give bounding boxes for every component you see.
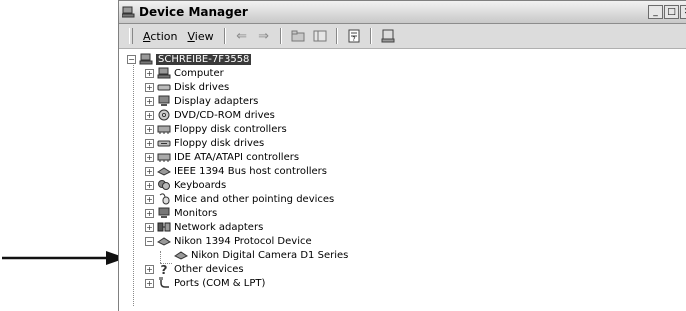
computer-icon bbox=[139, 53, 153, 65]
expand-icon[interactable]: + bbox=[145, 194, 154, 204]
tree-item-keyboards[interactable]: + Keyboards bbox=[145, 178, 226, 192]
tree-item-label: Keyboards bbox=[174, 179, 227, 191]
tree-item-label: IDE ATA/ATAPI controllers bbox=[174, 151, 300, 163]
device-manager-icon bbox=[122, 6, 135, 18]
keyboard-icon bbox=[158, 180, 170, 190]
window-title: Device Manager bbox=[139, 5, 248, 19]
tree-item-ports[interactable]: + Ports (COM & LPT) bbox=[145, 276, 265, 290]
folder-up-icon[interactable] bbox=[290, 28, 306, 44]
expand-icon[interactable]: + bbox=[145, 222, 154, 232]
question-icon: ? bbox=[161, 263, 168, 275]
toolbar-separator bbox=[223, 28, 226, 44]
tree-root[interactable]: − SCHREIBE-7F3558 bbox=[127, 52, 252, 66]
toolbar-separator bbox=[369, 28, 372, 44]
svg-text:?: ? bbox=[352, 36, 355, 43]
tree-item-label: Nikon Digital Camera D1 Series bbox=[191, 249, 349, 261]
tree-item-label: Nikon 1394 Protocol Device bbox=[174, 235, 312, 247]
tree-item-monitors[interactable]: + Monitors bbox=[145, 206, 217, 220]
tree-item-ieee1394[interactable]: + IEEE 1394 Bus host controllers bbox=[145, 164, 327, 178]
monitor-icon bbox=[158, 207, 170, 218]
tree-item-label: Monitors bbox=[174, 207, 218, 219]
menu-action[interactable]: Action bbox=[138, 30, 182, 43]
expand-icon[interactable]: + bbox=[145, 264, 154, 274]
maximize-button[interactable]: □ bbox=[664, 5, 679, 19]
show-hide-tree-icon[interactable] bbox=[312, 28, 328, 44]
expand-icon[interactable]: + bbox=[145, 82, 154, 92]
close-button[interactable]: ✕ bbox=[680, 5, 686, 19]
bus-icon bbox=[157, 237, 171, 246]
toolbar-separator bbox=[335, 28, 338, 44]
port-icon bbox=[159, 277, 169, 288]
collapse-icon[interactable]: − bbox=[127, 54, 136, 64]
tree-item-label: Display adapters bbox=[174, 95, 259, 107]
tree-item-dvd-cdrom[interactable]: + DVD/CD-ROM drives bbox=[145, 108, 275, 122]
back-icon[interactable]: ⇐ bbox=[234, 28, 250, 44]
forward-icon[interactable]: ⇒ bbox=[256, 28, 272, 44]
computer-icon bbox=[157, 67, 171, 79]
display-adapter-icon bbox=[158, 95, 170, 106]
tree-item-label: Floppy disk drives bbox=[174, 137, 265, 149]
controller-icon bbox=[157, 125, 171, 134]
floppy-icon bbox=[157, 140, 171, 147]
device-manager-window: Device Manager _ □ ✕ Action View ⇐ ⇒ ? bbox=[118, 0, 686, 311]
tree-item-label: IEEE 1394 Bus host controllers bbox=[174, 165, 327, 177]
expand-icon[interactable]: + bbox=[145, 166, 154, 176]
tree-item-label: Network adapters bbox=[174, 221, 264, 233]
expand-icon[interactable]: + bbox=[145, 208, 154, 218]
tree-item-label: Floppy disk controllers bbox=[174, 123, 287, 135]
expand-icon[interactable]: + bbox=[145, 96, 154, 106]
tree-item-label: Mice and other pointing devices bbox=[174, 193, 335, 205]
tree-item-floppy-controllers[interactable]: + Floppy disk controllers bbox=[145, 122, 287, 136]
toolbar-grip bbox=[129, 28, 133, 44]
expand-icon[interactable]: + bbox=[145, 68, 154, 78]
camera-device-icon bbox=[174, 251, 188, 260]
tree-item-nikon-d1[interactable]: Nikon Digital Camera D1 Series bbox=[174, 248, 348, 262]
tree-item-mice[interactable]: + Mice and other pointing devices bbox=[145, 192, 334, 206]
pointer-arrow bbox=[2, 251, 126, 265]
tree-item-label: Computer bbox=[174, 67, 224, 79]
expand-icon[interactable]: + bbox=[145, 138, 154, 148]
device-tree: − SCHREIBE-7F3558 + Computer + Disk driv… bbox=[119, 48, 686, 311]
tree-item-computer[interactable]: + Computer bbox=[145, 66, 224, 80]
toolbar: Action View ⇐ ⇒ ? bbox=[119, 24, 686, 49]
tree-line bbox=[133, 61, 134, 306]
expand-icon[interactable]: + bbox=[145, 124, 154, 134]
tree-item-label: Ports (COM & LPT) bbox=[174, 277, 266, 289]
tree-item-nikon-1394[interactable]: − Nikon 1394 Protocol Device bbox=[145, 234, 312, 248]
tree-item-floppy-drives[interactable]: + Floppy disk drives bbox=[145, 136, 264, 150]
expand-icon[interactable]: + bbox=[145, 152, 154, 162]
tree-item-display-adapters[interactable]: + Display adapters bbox=[145, 94, 258, 108]
mouse-icon bbox=[159, 193, 170, 205]
tree-root-label: SCHREIBE-7F3558 bbox=[156, 53, 252, 65]
toolbar-separator bbox=[279, 28, 282, 44]
tree-item-other-devices[interactable]: + ? Other devices bbox=[145, 262, 244, 276]
tree-item-disk-drives[interactable]: + Disk drives bbox=[145, 80, 229, 94]
tree-item-label: Disk drives bbox=[174, 81, 230, 93]
svg-text:?: ? bbox=[161, 263, 168, 275]
disk-drive-icon bbox=[157, 84, 171, 91]
tree-item-label: Other devices bbox=[174, 263, 244, 275]
title-bar: Device Manager _ □ ✕ bbox=[119, 1, 686, 24]
network-icon bbox=[157, 222, 171, 232]
tree-item-ide-controllers[interactable]: + IDE ATA/ATAPI controllers bbox=[145, 150, 299, 164]
tree-item-network-adapters[interactable]: + Network adapters bbox=[145, 220, 263, 234]
scan-hardware-icon[interactable] bbox=[380, 28, 396, 44]
minimize-button[interactable]: _ bbox=[648, 5, 663, 19]
controller-icon bbox=[157, 153, 171, 162]
collapse-icon[interactable]: − bbox=[145, 236, 154, 246]
bus-icon bbox=[157, 167, 171, 176]
properties-icon[interactable]: ? bbox=[346, 28, 362, 44]
expand-icon[interactable]: + bbox=[145, 110, 154, 120]
cdrom-icon bbox=[158, 109, 170, 121]
tree-item-label: DVD/CD-ROM drives bbox=[174, 109, 275, 121]
expand-icon[interactable]: + bbox=[145, 180, 154, 190]
menu-view[interactable]: View bbox=[182, 30, 218, 43]
expand-icon[interactable]: + bbox=[145, 278, 154, 288]
